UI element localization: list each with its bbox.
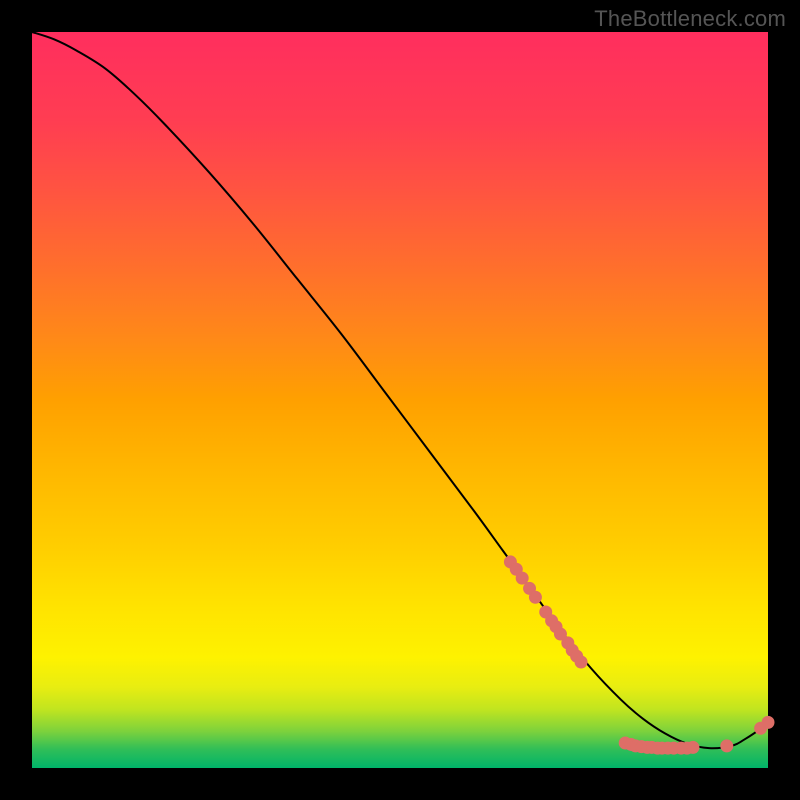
data-point [516, 572, 528, 584]
data-point [529, 591, 541, 603]
data-point [762, 716, 774, 728]
data-point [721, 740, 733, 752]
bottleneck-curve [32, 32, 768, 748]
data-point [687, 741, 699, 753]
watermark-text: TheBottleneck.com [594, 6, 786, 32]
plot-area [32, 32, 768, 768]
data-point [575, 656, 587, 668]
chart-stage: TheBottleneck.com [0, 0, 800, 800]
chart-svg [32, 32, 768, 768]
marker-layer [504, 556, 774, 754]
